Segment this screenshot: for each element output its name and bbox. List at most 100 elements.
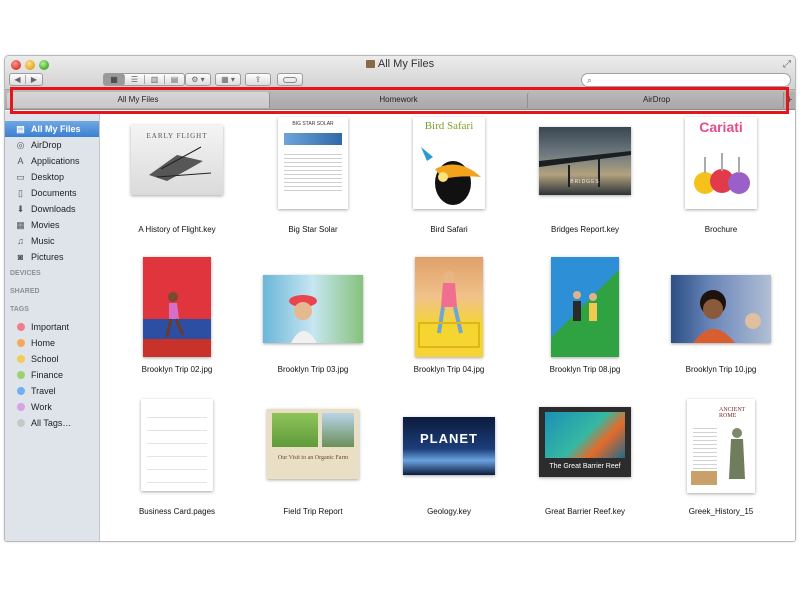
file-item[interactable]: BIG STAR SOLAR Big Star Solar — [245, 117, 381, 249]
file-thumbnail: The Great Barrier Reef — [539, 407, 631, 477]
forward-icon[interactable]: ▶ — [26, 75, 42, 84]
file-grid: EARLY FLIGHT A History of Flight.key BIG… — [101, 111, 795, 541]
file-thumbnail: PLANET — [403, 417, 495, 475]
search-field[interactable]: ⌕ — [581, 73, 791, 87]
file-item[interactable]: Bird Safari Bird Safari — [381, 117, 517, 249]
back-forward-buttons[interactable]: ◀ ▶ — [9, 73, 43, 86]
file-thumbnail — [551, 257, 619, 357]
airdrop-icon: ◎ — [16, 140, 25, 150]
sidebar-item-documents[interactable]: ▯ Documents — [5, 185, 99, 201]
file-thumbnail: BRIDGES — [539, 127, 631, 195]
file-name: Geology.key — [427, 507, 471, 516]
file-name: Big Star Solar — [288, 225, 338, 234]
file-name: Great Barrier Reef.key — [544, 507, 626, 516]
file-thumbnail — [143, 257, 211, 357]
tag-dot-icon — [17, 371, 25, 379]
sidebar-tag-important[interactable]: Important — [5, 319, 99, 335]
share-icon[interactable]: ⇪ — [255, 75, 262, 84]
photo-person — [165, 292, 185, 338]
file-name: Brooklyn Trip 02.jpg — [141, 365, 213, 374]
movies-icon: ▦ — [16, 220, 25, 230]
file-item[interactable]: Brooklyn Trip 08.jpg — [517, 257, 653, 389]
file-item[interactable]: Business Card.pages — [109, 399, 245, 531]
pictures-icon: ◙ — [17, 252, 24, 262]
sidebar-tag-finance[interactable]: Finance — [5, 367, 99, 383]
tag-dot-icon — [17, 355, 25, 363]
downloads-icon: ⬇ — [16, 204, 25, 214]
sidebar-item-movies[interactable]: ▦ Movies — [5, 217, 99, 233]
tags-button[interactable] — [277, 73, 303, 86]
list-view-icon[interactable]: ☰ — [124, 75, 144, 84]
back-icon[interactable]: ◀ — [10, 75, 26, 84]
file-thumbnail: Cariati — [685, 117, 757, 209]
file-item[interactable]: PLANET Geology.key — [381, 401, 517, 531]
folder-icon — [365, 60, 375, 68]
file-thumbnail: Bird Safari — [413, 117, 485, 209]
tab-bar-highlight — [10, 87, 789, 114]
column-view-icon[interactable]: ▥ — [144, 75, 164, 84]
documents-icon: ▯ — [18, 188, 23, 198]
file-item[interactable]: Brooklyn Trip 04.jpg — [381, 257, 517, 389]
action-menu-button[interactable]: ⚙ ▾ — [185, 73, 211, 86]
file-name: Brooklyn Trip 08.jpg — [549, 365, 621, 374]
file-item[interactable]: Our Visit to an Organic Farm Field Trip … — [245, 401, 381, 531]
sidebar-tag-travel[interactable]: Travel — [5, 383, 99, 399]
sidebar-item-all-my-files[interactable]: ▤ All My Files — [5, 121, 99, 137]
sidebar-tag-all-tags[interactable]: All Tags… — [5, 415, 99, 431]
sidebar: FAVORITES ▤ All My Files ◎ AirDrop A Applic… — [5, 111, 100, 541]
file-item[interactable]: Brooklyn Trip 03.jpg — [245, 259, 381, 389]
file-name: Business Card.pages — [138, 507, 216, 516]
sidebar-item-desktop[interactable]: ▭ Desktop — [5, 169, 99, 185]
arrange-menu-button[interactable]: ▦ ▾ — [215, 73, 241, 86]
file-name: A History of Flight.key — [138, 225, 216, 234]
photo-person — [289, 295, 317, 343]
devices-heading: DEVICES — [10, 270, 41, 277]
file-name: Brooklyn Trip 10.jpg — [685, 365, 757, 374]
file-item[interactable]: Brooklyn Trip 02.jpg — [109, 257, 245, 389]
search-icon: ⌕ — [587, 75, 593, 85]
tag-dot-icon — [17, 323, 25, 331]
sidebar-item-pictures[interactable]: ◙ Pictures — [5, 249, 99, 265]
file-thumbnail: BIG STAR SOLAR — [278, 117, 348, 209]
arrange-icon[interactable]: ▦ ▾ — [221, 75, 235, 84]
sidebar-item-applications[interactable]: A Applications — [5, 153, 99, 169]
solar-table — [284, 151, 342, 191]
coverflow-view-icon[interactable]: ▤ — [164, 75, 184, 84]
file-item[interactable]: Brooklyn Trip 10.jpg — [653, 259, 789, 389]
file-thumbnail: Our Visit to an Organic Farm — [267, 409, 359, 479]
file-name: Field Trip Report — [283, 507, 343, 516]
sidebar-item-airdrop[interactable]: ◎ AirDrop — [5, 137, 99, 153]
gear-icon[interactable]: ⚙ ▾ — [191, 75, 204, 84]
file-item[interactable]: BRIDGES Bridges Report.key — [517, 119, 653, 249]
file-item[interactable]: Cariati Brochure — [653, 117, 789, 249]
sidebar-tag-home[interactable]: Home — [5, 335, 99, 351]
toucan-illustration — [421, 147, 481, 205]
share-button[interactable]: ⇪ — [245, 73, 271, 86]
sidebar-tag-school[interactable]: School — [5, 351, 99, 367]
reef-photo — [545, 412, 625, 458]
window-title: All My Files — [5, 58, 795, 70]
view-mode-buttons[interactable]: ▦ ☰ ▥ ▤ — [103, 73, 185, 86]
file-name: Brooklyn Trip 03.jpg — [277, 365, 349, 374]
bottles-illustration — [694, 153, 750, 194]
sidebar-item-downloads[interactable]: ⬇ Downloads — [5, 201, 99, 217]
file-item[interactable]: EARLY FLIGHT A History of Flight.key — [109, 119, 245, 249]
solar-image — [284, 133, 342, 145]
sidebar-tag-work[interactable]: Work — [5, 399, 99, 415]
shared-heading: SHARED — [10, 288, 40, 295]
sidebar-item-music[interactable]: ♫ Music — [5, 233, 99, 249]
farm-photo — [272, 413, 318, 447]
tag-icon[interactable] — [283, 76, 297, 83]
icon-view-icon[interactable]: ▦ — [104, 74, 124, 85]
title-bar: All My Files ⤢ ◀ ▶ ▦ ☰ ▥ ▤ ⚙ ▾ ▦ ▾ ⇪ ⌕ — [5, 56, 795, 90]
photo-person — [418, 271, 480, 348]
file-item[interactable]: ANCIENT ROME Greek_History_15 — [653, 399, 789, 531]
file-thumbnail — [415, 257, 483, 357]
file-thumbnail: EARLY FLIGHT — [131, 125, 223, 195]
file-name: Greek_History_15 — [688, 507, 754, 516]
flight-illustration — [149, 146, 212, 181]
fullscreen-icon[interactable]: ⤢ — [783, 59, 791, 70]
statue-illustration — [691, 428, 745, 485]
tag-dot-icon — [17, 387, 25, 395]
file-item[interactable]: The Great Barrier Reef Great Barrier Ree… — [517, 401, 653, 531]
